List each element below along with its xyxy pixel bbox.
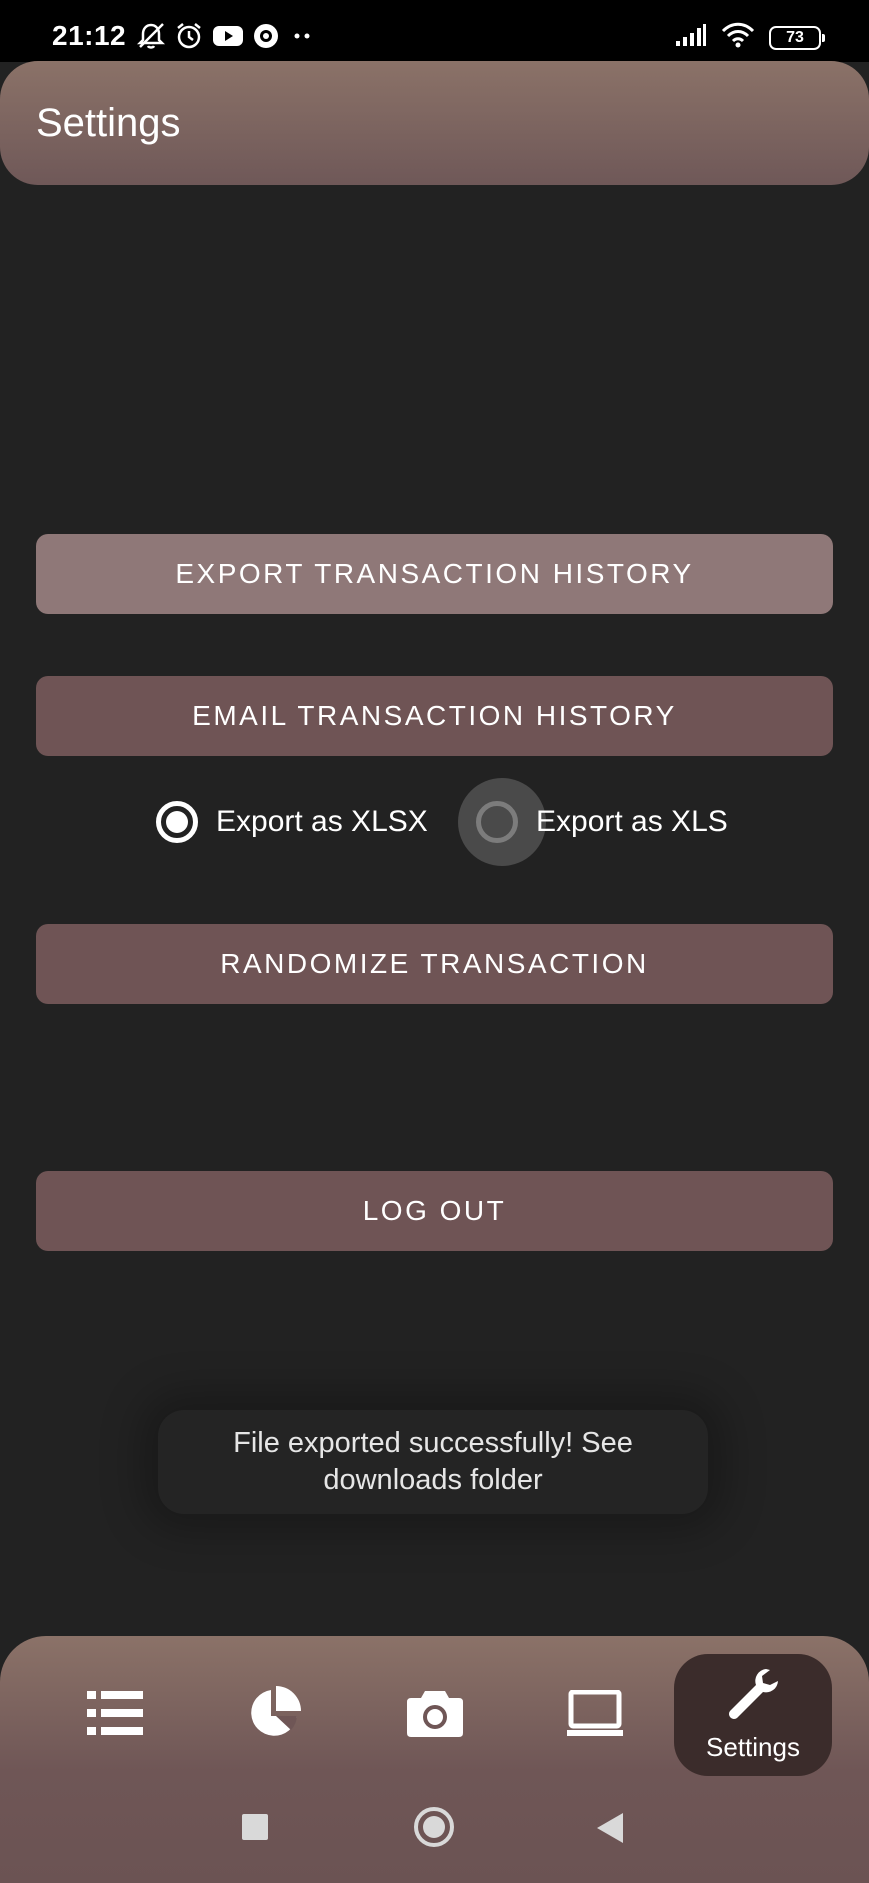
- alarm-icon: [174, 22, 204, 50]
- back-icon[interactable]: [597, 1813, 625, 1848]
- radio-label-xls: Export as XLS: [536, 805, 728, 838]
- status-icons-right: 73: [675, 22, 825, 53]
- page-title: Settings: [36, 101, 181, 145]
- radio-label-xlsx: Export as XLSX: [216, 805, 428, 838]
- battery-icon: 73: [769, 25, 825, 50]
- laptop-icon: [567, 1689, 623, 1741]
- radio-button-selected[interactable]: [156, 801, 198, 843]
- email-transaction-history-button[interactable]: EMAIL TRANSACTION HISTORY: [36, 676, 833, 756]
- radio-export-xls[interactable]: Export as XLS: [458, 778, 728, 866]
- toast-line-2: downloads folder: [323, 1464, 543, 1496]
- nav-item-devices[interactable]: [516, 1654, 674, 1776]
- nav-item-settings[interactable]: Settings: [674, 1654, 832, 1776]
- randomize-transaction-button[interactable]: RANDOMIZE TRANSACTION: [36, 924, 833, 1004]
- location-icon: [252, 22, 280, 50]
- pie-chart-icon: [247, 1685, 301, 1745]
- toast-line-1: File exported successfully! See: [233, 1427, 633, 1459]
- nav-item-transactions[interactable]: [36, 1654, 194, 1776]
- export-format-radio-group: Export as XLSX Export as XLS: [0, 778, 869, 866]
- radio-dot: [166, 811, 188, 833]
- wifi-icon: [721, 22, 755, 53]
- status-bar: 21:12 73: [0, 0, 869, 62]
- nav-item-camera[interactable]: [356, 1654, 514, 1776]
- camera-icon: [407, 1689, 463, 1742]
- recents-icon[interactable]: [242, 1814, 268, 1845]
- more-dots-icon: [288, 22, 316, 50]
- status-icons-left: [136, 22, 316, 50]
- nav-item-charts[interactable]: [195, 1654, 353, 1776]
- signal-icon: [675, 23, 707, 52]
- radio-button-unselected[interactable]: [476, 801, 518, 843]
- radio-export-xlsx[interactable]: Export as XLSX: [156, 780, 428, 864]
- battery-level: 73: [786, 28, 804, 46]
- toast-message: File exported successfully! See download…: [158, 1410, 708, 1514]
- wrench-icon: [726, 1667, 780, 1726]
- log-out-button[interactable]: LOG OUT: [36, 1171, 833, 1251]
- home-icon[interactable]: [413, 1806, 455, 1853]
- mute-icon: [136, 22, 166, 50]
- nav-label-settings: Settings: [706, 1732, 800, 1762]
- system-navigation-bar: [0, 1806, 869, 1853]
- export-transaction-history-button[interactable]: EXPORT TRANSACTION HISTORY: [36, 534, 833, 614]
- status-time: 21:12: [52, 20, 127, 51]
- list-icon: [87, 1690, 143, 1740]
- app-bar: Settings: [0, 61, 869, 185]
- youtube-icon: [212, 24, 244, 48]
